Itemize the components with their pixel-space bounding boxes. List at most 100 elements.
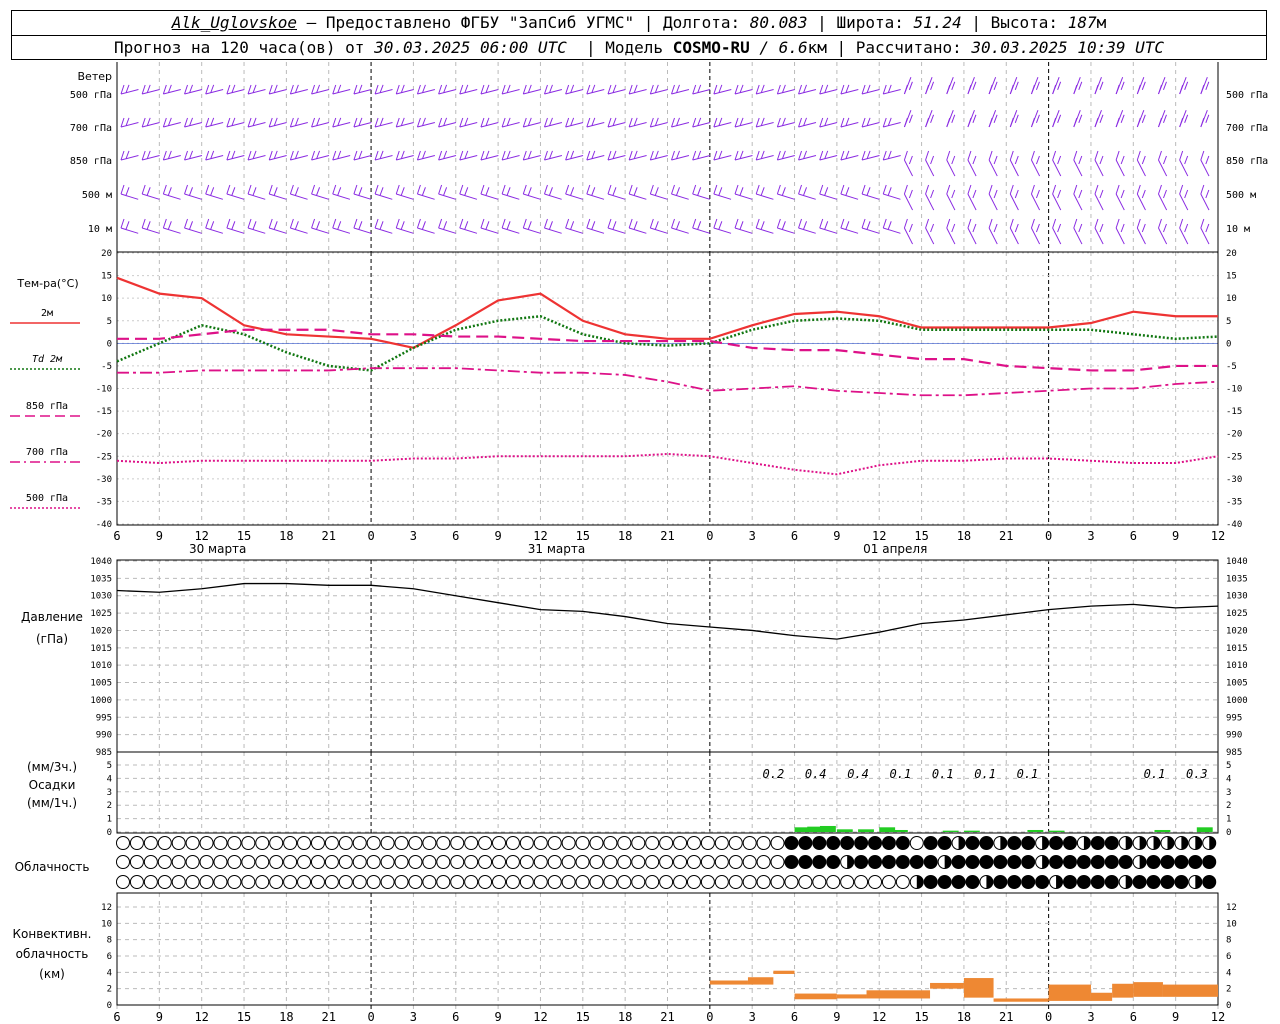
cloud-circle [770, 855, 785, 869]
wind-barb [946, 184, 956, 211]
cloud-half [1056, 875, 1063, 889]
cloud-circle [909, 836, 924, 850]
wind-barb [438, 184, 456, 200]
wind-barb [459, 84, 478, 95]
pressure-title: Давление [21, 610, 83, 624]
cloud-circle [1202, 855, 1217, 869]
cloud-circle [492, 836, 507, 850]
cloud-circle [1104, 836, 1119, 850]
pressure-tick-left: 985 [96, 748, 112, 758]
wind-barb [311, 150, 330, 161]
wind-barb [861, 184, 880, 200]
temp-tick-left: -20 [96, 430, 112, 440]
time-tick-label: 21 [322, 529, 336, 543]
wind-barb [268, 184, 287, 200]
wind-barb [205, 184, 224, 200]
wind-level-label-right: 500 м [1226, 190, 1256, 201]
cloud-circle [519, 836, 534, 850]
wind-barb [1030, 150, 1041, 177]
wind-barb [755, 117, 774, 128]
cloud-circle [881, 875, 896, 889]
cloud-circle [756, 855, 771, 869]
pressure-tick-left: 1030 [90, 592, 112, 602]
wind-barb [247, 218, 266, 234]
wind-barb [141, 117, 160, 128]
wind-barb [1179, 150, 1189, 177]
wind-barb [416, 117, 435, 128]
cloud-half [1167, 836, 1174, 850]
wind-barb [713, 84, 732, 95]
cloud-circle [185, 836, 200, 850]
wind-barb [332, 84, 351, 95]
wind-barb [819, 184, 838, 200]
wind-barb [734, 117, 753, 128]
temp-tick-left: -5 [101, 362, 112, 372]
time-tick-label-bottom: 3 [410, 1010, 417, 1024]
conv-tick-left: 2 [107, 985, 112, 995]
pressure-tick-right: 1030 [1226, 592, 1248, 602]
wind-barb [543, 84, 563, 95]
temp-tick-left: -15 [96, 407, 112, 417]
wind-barb [861, 218, 880, 234]
wind-barb [289, 218, 308, 234]
wind-barb [946, 110, 956, 128]
time-tick-label: 6 [113, 529, 120, 543]
wind-barb [967, 218, 977, 245]
cloud-half [1042, 836, 1049, 850]
cloud-circle [1021, 875, 1036, 889]
wind-barb [289, 117, 308, 128]
cloud-circle [631, 855, 646, 869]
wind-barb [988, 110, 998, 128]
cloud-circle [269, 855, 284, 869]
wind-barb [671, 117, 690, 128]
wind-barb [459, 218, 478, 234]
wind-barb [1073, 218, 1083, 245]
cloud-circle [589, 875, 604, 889]
time-tick-label-bottom: 12 [872, 1010, 886, 1024]
temp-legend-label: 700 гПа [26, 447, 68, 458]
cloud-circle [436, 836, 451, 850]
cloud-circle [659, 875, 674, 889]
wind-barb [671, 218, 689, 234]
wind-barb [416, 150, 435, 161]
wind-barb [247, 84, 266, 95]
cloud-circle [310, 855, 325, 869]
cloud-circle [1188, 855, 1203, 869]
cloud-circle [937, 875, 952, 889]
cloud-circle [923, 836, 938, 850]
wind-barb [967, 110, 977, 128]
cloud-circle [157, 875, 172, 889]
cloud-circle [505, 855, 520, 869]
cloud-circle [310, 875, 325, 889]
time-tick-label: 15 [914, 529, 928, 543]
cloud-circle [826, 875, 841, 889]
cloud-circle [659, 836, 674, 850]
wind-barb [1158, 77, 1167, 95]
wind-level-label-right: 10 м [1226, 224, 1250, 235]
conv-block [1162, 984, 1218, 997]
cloud-circle [464, 836, 479, 850]
pressure-tick-right: 1020 [1226, 626, 1248, 636]
meteogram-svg: Ветер 500 гПа 500 гПа 700 гПа 700 гПа 850 гПа… [10, 62, 1268, 1024]
wind-barb [374, 218, 393, 234]
wind-barb [501, 150, 520, 161]
cloud-circle [129, 836, 144, 850]
wind-barb [671, 184, 689, 200]
wind-barb [374, 184, 393, 200]
cloud-circle [171, 855, 186, 869]
temp-title: Тем-ра(°С) [16, 277, 78, 290]
cloud-circle [478, 875, 493, 889]
wind-barb [903, 218, 914, 245]
wind-barb [522, 184, 541, 200]
precip-amount-label: 0.1 [932, 767, 954, 781]
wind-barb [840, 84, 859, 95]
time-tick-label: 9 [833, 529, 840, 543]
precip-bar [836, 829, 853, 832]
cloud-circle [213, 836, 228, 850]
wind-barb [925, 184, 935, 211]
wind-barb [395, 150, 414, 161]
wind-barb [1094, 77, 1104, 95]
wind-barb [268, 84, 287, 95]
cloud-circle [171, 875, 186, 889]
wind-barb [480, 150, 499, 161]
